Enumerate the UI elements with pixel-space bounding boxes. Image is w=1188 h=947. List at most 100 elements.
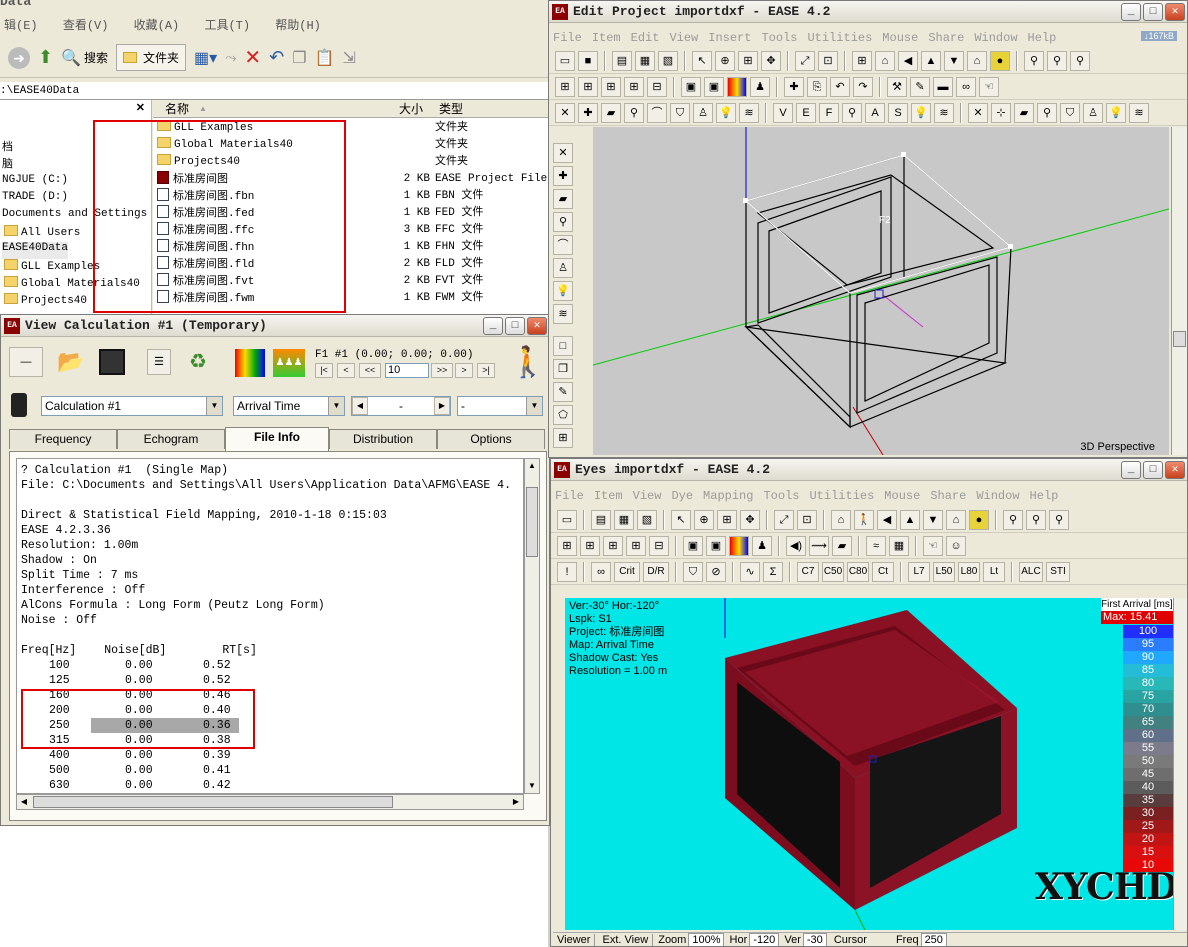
maximize-button[interactable]: □ [1143, 461, 1163, 479]
folders-button[interactable]: 文件夹 [116, 44, 187, 71]
l50-button[interactable]: L50 [933, 562, 955, 582]
maximize-button[interactable]: □ [505, 317, 525, 335]
menu-help[interactable]: 帮助(H) [275, 19, 321, 33]
print-icon[interactable]: ▤ [612, 51, 632, 71]
insert-icon[interactable]: ✚ [784, 77, 804, 97]
spin-right-button[interactable]: ▶ [434, 397, 450, 415]
rotate-cw-icon[interactable]: ↷ [853, 77, 873, 97]
gold-icon[interactable]: ● [969, 510, 989, 530]
menu-file[interactable]: File [553, 31, 582, 45]
lt-button[interactable]: Lt [983, 562, 1005, 582]
menu-mouse[interactable]: Mouse [882, 31, 918, 45]
face-grid-2-icon[interactable]: ⊞ [580, 536, 600, 556]
render-2-icon[interactable]: ▣ [704, 77, 724, 97]
add-point-icon[interactable]: ✚ [578, 103, 598, 123]
close-button[interactable]: ✕ [1165, 3, 1185, 21]
select-faces-icon[interactable]: ▰ [1014, 103, 1034, 123]
scroll-left-arrow-icon[interactable]: ◀ [17, 795, 31, 809]
menu-tools[interactable]: Tools [763, 489, 799, 503]
hand-icon[interactable]: ☜ [979, 77, 999, 97]
save-icon[interactable]: ■ [578, 51, 598, 71]
color-map-icon[interactable] [235, 349, 265, 377]
scroll-h-thumb[interactable] [33, 796, 393, 808]
unselect-icon[interactable]: ✕ [968, 103, 988, 123]
tab-file-info[interactable]: File Info [225, 427, 329, 451]
crosshair-icon[interactable]: ⊕ [694, 510, 714, 530]
c7-button[interactable]: C7 [797, 562, 819, 582]
face-icon[interactable]: ▰ [601, 103, 621, 123]
menu-view[interactable]: 查看(V) [63, 19, 109, 33]
color-icon[interactable] [727, 77, 747, 97]
nav-step-input[interactable]: 10 [385, 363, 429, 378]
tree-item[interactable]: 档 [2, 138, 13, 155]
maximize-button[interactable]: □ [1143, 3, 1163, 21]
room-icon[interactable]: ⌂ [831, 510, 851, 530]
tree-item[interactable]: TRADE (D:) [2, 191, 68, 208]
select-speakers-icon[interactable]: ⚲ [1037, 103, 1057, 123]
tree-close-icon[interactable]: ✕ [136, 101, 145, 114]
select-areas-icon[interactable]: ⛉ [1060, 103, 1080, 123]
nav-next-button[interactable]: > [455, 363, 473, 378]
vertex-icon[interactable]: V [773, 103, 793, 123]
menu-file[interactable]: File [555, 489, 584, 503]
minimize-button[interactable]: _ [1121, 3, 1141, 21]
menu-window[interactable]: Window [974, 31, 1017, 45]
down-icon[interactable]: ▼ [944, 51, 964, 71]
crosshair-icon[interactable]: ⊕ [715, 51, 735, 71]
l80-button[interactable]: L80 [958, 562, 980, 582]
move-icon[interactable]: ⤳ [225, 49, 236, 66]
audience-icon[interactable]: ⛉ [670, 103, 690, 123]
side-array-icon[interactable]: ≋ [553, 304, 573, 324]
side-point-icon[interactable]: ✚ [553, 166, 573, 186]
area-icon[interactable]: A [865, 103, 885, 123]
speaker-sound-icon[interactable]: ◀) [786, 536, 806, 556]
close-button[interactable]: ✕ [527, 317, 547, 335]
walking-man-icon[interactable]: 🚶 [509, 345, 546, 380]
speaker-3-icon[interactable]: ⚲ [1070, 51, 1090, 71]
head-icon[interactable]: ☺ [946, 536, 966, 556]
new-icon[interactable]: ▭ [555, 51, 575, 71]
dr-button[interactable]: D/R [643, 562, 669, 582]
side-face-icon[interactable]: ▰ [553, 189, 573, 209]
tree-item[interactable]: 脑 [2, 155, 13, 172]
nav-fast-next-button[interactable]: >> [431, 363, 453, 378]
scroll-thumb[interactable] [1173, 331, 1186, 347]
paint-icon[interactable]: ▬ [933, 77, 953, 97]
link-icon[interactable]: ∞ [591, 562, 611, 582]
ct-button[interactable]: Ct [872, 562, 894, 582]
sti-button[interactable]: STI [1046, 562, 1070, 582]
lamp-select-icon[interactable]: 💡 [911, 103, 931, 123]
side-speaker-icon[interactable]: ⚲ [553, 212, 573, 232]
menu-view[interactable]: View [669, 31, 698, 45]
wave-icon[interactable]: ≈ [866, 536, 886, 556]
glasses-icon[interactable]: ∞ [956, 77, 976, 97]
tree-item[interactable]: Projects40 [4, 293, 87, 310]
tab-distribution[interactable]: Distribution [329, 429, 437, 449]
left-icon[interactable]: ◀ [898, 51, 918, 71]
select-lamps-icon[interactable]: 💡 [1106, 103, 1126, 123]
render-icon[interactable]: ▣ [683, 536, 703, 556]
tab-frequency[interactable]: Frequency [9, 429, 117, 449]
menu-item[interactable]: Item [594, 489, 623, 503]
c50-button[interactable]: C50 [822, 562, 844, 582]
face-grid-4-icon[interactable]: ⊞ [626, 536, 646, 556]
gold-icon[interactable]: ● [990, 51, 1010, 71]
down-icon[interactable]: ▼ [923, 510, 943, 530]
color-icon[interactable] [729, 536, 749, 556]
render-2-icon[interactable]: ▣ [706, 536, 726, 556]
render-icon[interactable]: ▣ [681, 77, 701, 97]
status-ext-view[interactable]: Ext. View [598, 934, 654, 946]
print-icon[interactable]: ▤ [591, 510, 611, 530]
traffic-light-icon[interactable] [11, 393, 27, 417]
open-folder-icon[interactable]: 📂 [57, 349, 84, 375]
edit-vertical-scrollbar[interactable] [1171, 127, 1187, 455]
grid-icon[interactable]: ⊞ [852, 51, 872, 71]
minimize-button[interactable]: _ [483, 317, 503, 335]
home-icon[interactable]: ⌂ [967, 51, 987, 71]
people-icon[interactable]: ♟ [750, 77, 770, 97]
hand-icon[interactable]: ☜ [923, 536, 943, 556]
move-icon[interactable]: ✥ [761, 51, 781, 71]
value-spinner[interactable]: ◀ - ▶ [351, 396, 451, 416]
side-chair-icon[interactable]: ♙ [553, 258, 573, 278]
tree-item-selected[interactable]: EASE40Data [2, 242, 69, 259]
